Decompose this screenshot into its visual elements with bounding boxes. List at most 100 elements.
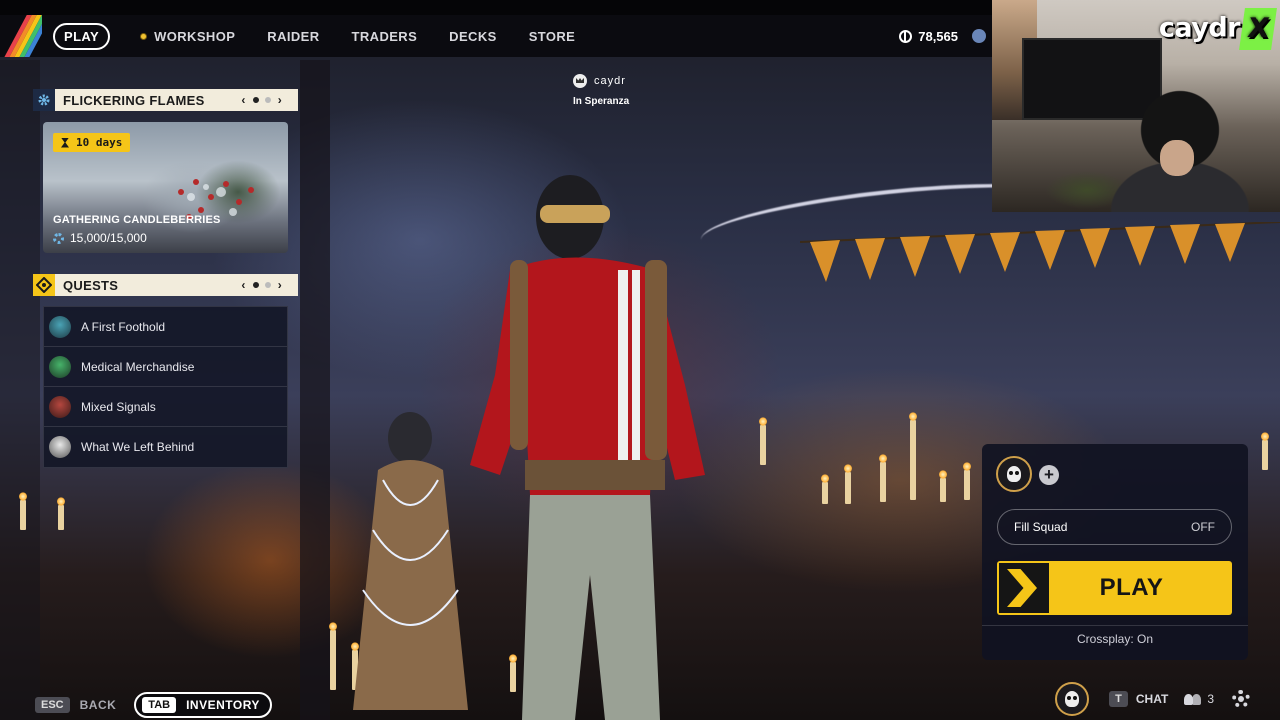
tab-key-hint: TAB — [142, 697, 177, 713]
t-key-hint: T — [1109, 691, 1128, 707]
event-title: GATHERING CANDLEBERRIES — [53, 214, 221, 226]
streamer-logo-text: caydr — [1158, 12, 1241, 44]
scene-candle — [821, 474, 829, 504]
scene-candle — [963, 462, 971, 500]
chat-label: CHAT — [1135, 692, 1169, 706]
inventory-label: INVENTORY — [186, 698, 260, 712]
squad-count-button[interactable]: 3 — [1184, 692, 1214, 706]
chevron-right-icon[interactable]: › — [278, 278, 282, 292]
scene-candle — [329, 622, 337, 690]
quest-item-label: A First Foothold — [81, 319, 166, 334]
scene-candle — [19, 492, 27, 530]
chevron-left-icon[interactable]: ‹ — [241, 278, 245, 292]
gear-icon — [53, 232, 64, 244]
event-timer-text: 10 days — [76, 136, 123, 149]
bottom-right-controls: T CHAT 3 — [1055, 682, 1250, 716]
pager-dot — [252, 97, 259, 103]
scene-candle — [909, 412, 917, 500]
fill-squad-toggle[interactable]: Fill Squad OFF — [997, 509, 1232, 545]
quest-item[interactable]: A First Foothold — [44, 307, 287, 347]
nav-tab-label: RAIDER — [267, 28, 320, 44]
nav-tab-store[interactable]: STORE — [529, 29, 576, 44]
scene-statue — [353, 412, 468, 710]
play-button[interactable]: PLAY — [997, 561, 1232, 615]
bottom-left-controls: ESC BACK TAB INVENTORY — [35, 692, 272, 718]
squad-avatar[interactable] — [996, 456, 1032, 492]
scene-candle — [759, 417, 767, 465]
pager-dot — [264, 282, 271, 288]
event-progress: 15,000/15,000 — [53, 231, 147, 245]
logo-stripes — [0, 15, 42, 57]
scene-candle — [1261, 432, 1269, 470]
top-nav-bar: PLAY WORKSHOP RAIDER TRADERS DECKS STORE… — [0, 15, 992, 57]
quest-giver-icon — [49, 436, 71, 458]
scene-candle — [939, 470, 947, 502]
nav-tab-traders[interactable]: TRADERS — [352, 29, 418, 44]
webcam-overlay: caydr X — [992, 0, 1280, 212]
quest-item[interactable]: Mixed Signals — [44, 387, 287, 427]
event-progress-value: 15,000/15,000 — [70, 231, 147, 245]
nav-tab-raider[interactable]: RAIDER — [267, 29, 319, 44]
player-name: caydr — [594, 75, 626, 87]
player-nameplate: caydr In Speranza — [573, 74, 629, 107]
pager-dot — [252, 282, 259, 288]
event-panel-header: FLICKERING FLAMES ‹ › — [33, 89, 298, 111]
quest-item-label: Medical Merchandise — [81, 359, 195, 374]
scene-raider-character — [470, 175, 705, 720]
skull-icon — [1065, 691, 1080, 707]
player-location: In Speranza — [573, 96, 630, 107]
scene-candle — [879, 454, 887, 502]
hourglass-icon — [61, 137, 69, 148]
play-chevron-icon — [999, 563, 1049, 613]
notification-dot-icon — [140, 32, 148, 40]
nav-tab-label: WORKSHOP — [154, 28, 236, 44]
coin-icon — [899, 29, 913, 43]
streamer-logo: caydr X — [1158, 8, 1277, 50]
profile-icon[interactable] — [972, 29, 986, 43]
back-button[interactable]: ESC BACK — [35, 697, 116, 713]
main-nav: PLAY WORKSHOP RAIDER TRADERS DECKS STORE — [53, 22, 607, 50]
chat-button[interactable]: T CHAT — [1109, 691, 1184, 707]
nav-tab-workshop[interactable]: WORKSHOP — [140, 29, 235, 44]
add-squad-member-icon[interactable]: + — [1039, 465, 1059, 485]
top-strip — [0, 0, 992, 15]
scene-candle — [844, 464, 852, 504]
quest-item[interactable]: Medical Merchandise — [44, 347, 287, 387]
skull-icon — [1007, 466, 1021, 482]
chevron-left-icon[interactable]: ‹ — [241, 93, 245, 107]
event-card[interactable]: 10 days GATHERING CANDLEBERRIES 15,000/1… — [43, 122, 288, 253]
esc-key-hint: ESC — [35, 697, 70, 713]
streamer-logo-mark: X — [1239, 8, 1277, 50]
quests-list: A First Foothold Medical Merchandise Mix… — [43, 306, 288, 468]
scene-pillar — [300, 60, 330, 720]
squad-panel: + Fill Squad OFF PLAY Crossplay: On — [982, 444, 1248, 660]
player-avatar[interactable] — [1055, 682, 1090, 716]
gear-icon — [33, 89, 55, 111]
nav-tab-label: TRADERS — [351, 28, 418, 44]
nav-tab-label: PLAY — [64, 28, 100, 44]
quest-item-label: Mixed Signals — [81, 399, 156, 414]
chevron-right-icon[interactable]: › — [278, 93, 282, 107]
fill-squad-label: Fill Squad — [1014, 520, 1068, 534]
crossplay-status: Crossplay: On — [982, 625, 1248, 646]
event-panel-title: FLICKERING FLAMES — [63, 92, 205, 108]
back-label: BACK — [79, 698, 117, 712]
quests-pager: ‹ › — [237, 278, 286, 292]
nav-tab-label: STORE — [528, 28, 576, 44]
inventory-button[interactable]: TAB INVENTORY — [134, 692, 272, 718]
event-pager: ‹ › — [237, 93, 286, 107]
scene-bunting — [800, 222, 1280, 282]
nav-tab-decks[interactable]: DECKS — [449, 29, 497, 44]
scene-candle — [57, 497, 65, 530]
quests-panel-title: QUESTS — [63, 277, 119, 293]
quest-giver-icon — [49, 355, 71, 378]
currency-value: 78,565 — [918, 28, 958, 44]
settings-gear-icon[interactable] — [1232, 690, 1250, 708]
nav-tab-play[interactable]: PLAY — [53, 22, 111, 50]
quest-item[interactable]: What We Left Behind — [44, 427, 287, 467]
currency-display: 78,565 — [899, 29, 958, 44]
diamond-icon — [33, 274, 55, 296]
pager-dot — [264, 97, 271, 103]
quests-panel-header: QUESTS ‹ › — [33, 274, 298, 296]
scene-pillar — [0, 60, 40, 720]
